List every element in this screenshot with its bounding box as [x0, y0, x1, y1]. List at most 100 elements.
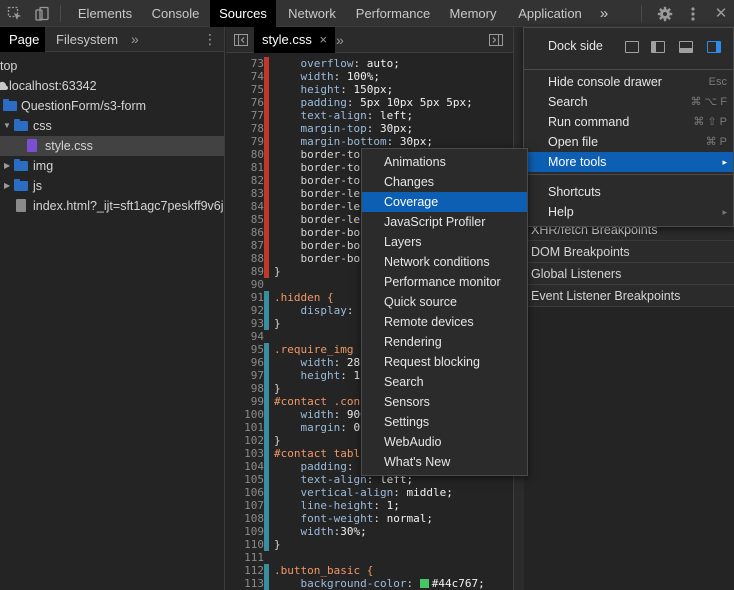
line-number[interactable]: 105	[226, 473, 264, 486]
code-line[interactable]: #contact tabl	[274, 447, 360, 460]
tab-elements[interactable]: Elements	[70, 0, 140, 27]
code-line[interactable]: }	[274, 382, 281, 395]
menu-item-run-command[interactable]: Run command ⌘ ⇧ P	[524, 112, 733, 132]
line-number[interactable]: 98	[226, 382, 264, 395]
code-line[interactable]: font-weight: normal;	[274, 512, 433, 525]
code-line[interactable]: overflow: auto;	[274, 57, 400, 70]
line-number[interactable]: 91	[226, 291, 264, 304]
tool-item-search[interactable]: Search	[362, 372, 527, 392]
code-line[interactable]: display:	[274, 304, 354, 317]
code-line[interactable]: #contact .con	[274, 395, 360, 408]
code-line[interactable]: }	[274, 265, 281, 278]
line-number[interactable]: 97	[226, 369, 264, 382]
tool-item-remote-devices[interactable]: Remote devices	[362, 312, 527, 332]
vertical-dots-icon[interactable]	[680, 0, 706, 27]
line-number[interactable]: 99	[226, 395, 264, 408]
tab-performance[interactable]: Performance	[350, 0, 436, 27]
line-number[interactable]: 92	[226, 304, 264, 317]
line-number[interactable]: 95	[226, 343, 264, 356]
tool-item-request-blocking[interactable]: Request blocking	[362, 352, 527, 372]
close-tab-icon[interactable]: ×	[319, 32, 327, 47]
code-line[interactable]: vertical-align: middle;	[274, 486, 453, 499]
code-line[interactable]: height: 150px;	[274, 83, 394, 96]
code-line[interactable]: border-bo	[274, 239, 360, 252]
line-number[interactable]: 86	[226, 226, 264, 239]
line-number[interactable]: 88	[226, 252, 264, 265]
code-line[interactable]: line-height: 1;	[274, 499, 400, 512]
line-number[interactable]: 110	[226, 538, 264, 551]
tool-item-what-s-new[interactable]: What's New	[362, 452, 527, 472]
tool-item-sensors[interactable]: Sensors	[362, 392, 527, 412]
code-line[interactable]: border-le	[274, 200, 360, 213]
line-number[interactable]: 81	[226, 161, 264, 174]
menu-item-shortcuts[interactable]: Shortcuts	[524, 182, 733, 202]
menu-item-help[interactable]: Help ▸	[524, 202, 733, 222]
cursor-inspect-icon[interactable]	[2, 0, 28, 27]
menu-item-hide-console-drawer[interactable]: Hide console drawer Esc	[524, 72, 733, 92]
tool-item-webaudio[interactable]: WebAudio	[362, 432, 527, 452]
tree-item-js[interactable]: ▶ js	[0, 176, 224, 196]
line-number[interactable]: 111	[226, 551, 264, 564]
tree-item-img[interactable]: ▶ img	[0, 156, 224, 176]
code-line[interactable]: width:30%;	[274, 525, 367, 538]
code-line[interactable]: border-to	[274, 174, 360, 187]
chevron-down-icon[interactable]: ▼	[3, 116, 11, 136]
code-line[interactable]: border-bo	[274, 226, 360, 239]
more-tabs-button[interactable]: »	[594, 0, 614, 27]
line-number[interactable]: 79	[226, 135, 264, 148]
line-number[interactable]: 96	[226, 356, 264, 369]
line-number[interactable]: 103	[226, 447, 264, 460]
line-number[interactable]: 73	[226, 57, 264, 70]
navigator-menu-icon[interactable]: ⋮	[203, 27, 217, 52]
more-navigator-tabs[interactable]: »	[131, 27, 145, 52]
line-number[interactable]: 75	[226, 83, 264, 96]
section-dom-breakpoints[interactable]: DOM Breakpoints	[514, 241, 734, 263]
line-number[interactable]: 77	[226, 109, 264, 122]
tool-item-network-conditions[interactable]: Network conditions	[362, 252, 527, 272]
code-line[interactable]: padding:	[274, 460, 354, 473]
tab-page[interactable]: Page	[0, 27, 45, 52]
code-line[interactable]: width: 100%;	[274, 70, 381, 83]
color-swatch[interactable]	[419, 579, 429, 588]
section-event-listener-breakpoints[interactable]: Event Listener Breakpoints	[514, 285, 734, 307]
tool-item-quick-source[interactable]: Quick source	[362, 292, 527, 312]
line-number[interactable]: 89	[226, 265, 264, 278]
menu-item-search[interactable]: Search ⌘ ⌥ F	[524, 92, 733, 112]
toggle-debugger-icon[interactable]	[489, 34, 503, 46]
tree-item-top[interactable]: top	[0, 56, 224, 76]
code-line[interactable]: width: 900	[274, 408, 367, 421]
code-line[interactable]: border-bo	[274, 252, 360, 265]
line-number[interactable]: 106	[226, 486, 264, 499]
line-number[interactable]: 113	[226, 577, 264, 590]
line-number[interactable]: 104	[226, 460, 264, 473]
tool-item-rendering[interactable]: Rendering	[362, 332, 527, 352]
toggle-navigator-icon[interactable]	[234, 34, 248, 46]
chevron-right-icon[interactable]: ▶	[4, 176, 10, 196]
code-line[interactable]: }	[274, 317, 281, 330]
tool-item-layers[interactable]: Layers	[362, 232, 527, 252]
code-line[interactable]: }	[274, 538, 281, 551]
code-line[interactable]: .require_img	[274, 343, 353, 356]
line-number[interactable]: 102	[226, 434, 264, 447]
line-number[interactable]: 78	[226, 122, 264, 135]
tab-filesystem[interactable]: Filesystem	[56, 27, 126, 52]
code-line[interactable]: text-align: left;	[274, 109, 414, 122]
tab-sources[interactable]: Sources	[210, 0, 276, 27]
tree-item-index-html[interactable]: index.html?_ijt=sft1agc7peskff9v6j3	[0, 196, 224, 216]
tab-memory[interactable]: Memory	[444, 0, 502, 27]
tree-item-localhost[interactable]: localhost:63342	[0, 76, 224, 96]
tool-item-changes[interactable]: Changes	[362, 172, 527, 192]
line-number[interactable]: 109	[226, 525, 264, 538]
code-line[interactable]: border-to	[274, 161, 360, 174]
close-icon[interactable]: ✕	[708, 0, 734, 27]
line-number[interactable]: 74	[226, 70, 264, 83]
code-line[interactable]: margin: 0	[274, 421, 361, 434]
editor-tab-style-css[interactable]: style.css ×	[254, 27, 336, 53]
line-number[interactable]: 100	[226, 408, 264, 421]
chevron-right-icon[interactable]: ▶	[4, 156, 10, 176]
code-line[interactable]: margin-bottom: 30px;	[274, 135, 433, 148]
code-line[interactable]: margin-top: 30px;	[274, 122, 414, 135]
dock-undock-icon[interactable]	[625, 41, 639, 53]
dock-right-icon[interactable]	[707, 41, 721, 53]
code-line[interactable]: border-le	[274, 213, 360, 226]
